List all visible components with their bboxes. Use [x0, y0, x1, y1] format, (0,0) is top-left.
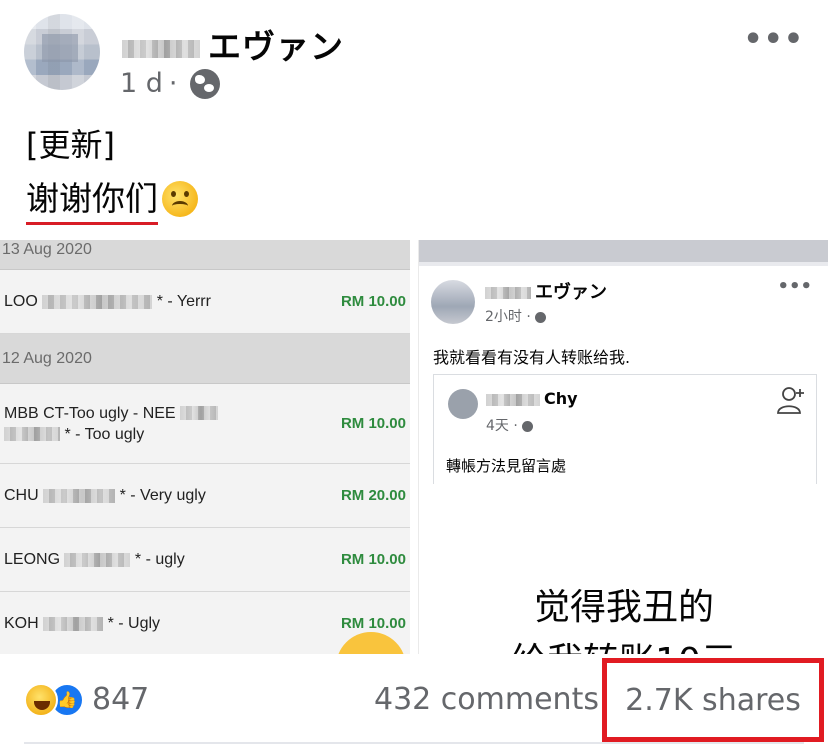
reaction-count: 847	[92, 682, 150, 717]
embedded-big-text-2: 给我转账10元	[419, 632, 828, 654]
date-header: 13 Aug 2020	[0, 240, 410, 270]
post-text-line1: [更新]	[26, 126, 115, 164]
redacted-name	[4, 427, 60, 442]
date-header: 12 Aug 2020	[0, 334, 410, 384]
shared-text: 轉帳方法見留言處	[446, 457, 567, 475]
divider	[24, 742, 804, 744]
post-meta: 1 d ·	[120, 68, 220, 99]
embedded-text: 我就看看有没有人转账给我.	[433, 348, 631, 367]
transaction-row: CHU * - Very ugly RM 20.00	[0, 464, 410, 528]
embedded-big-text-1: 觉得我丑的	[533, 587, 714, 628]
status-bar	[419, 240, 828, 262]
transaction-row: MBB CT-Too ugly - NEE * - Too ugly RM 10…	[0, 384, 410, 464]
shared-avatar	[448, 389, 478, 419]
globe-icon	[189, 68, 220, 99]
post-text-line2: 谢谢你们	[26, 172, 198, 225]
comments-count[interactable]: 432 comments	[374, 682, 599, 717]
transaction-row: LEONG * - ugly RM 10.00	[0, 528, 410, 592]
embedded-time: 2小时 ·	[485, 306, 547, 326]
redacted-name	[180, 406, 219, 421]
reactions-summary[interactable]: 👍 847	[24, 682, 149, 717]
haha-reaction-icon	[24, 682, 58, 717]
post-footer: 👍 847 432 comments 2.7K shares	[0, 654, 828, 746]
redacted-name	[486, 393, 540, 406]
globe-icon	[535, 311, 547, 323]
redacted-name	[43, 616, 104, 631]
author-avatar[interactable]	[24, 14, 100, 90]
meta-separator: ·	[168, 68, 178, 99]
redacted-name	[122, 39, 200, 58]
shared-author: Chy	[486, 389, 578, 408]
author-name[interactable]: エヴァン	[122, 20, 344, 68]
transaction-row: LOO * - Yerrr RM 10.00	[0, 270, 410, 334]
transaction-amount: RM 10.00	[340, 293, 406, 310]
embedded-author: エヴァン	[485, 278, 607, 304]
more-icon: •••	[777, 276, 812, 297]
embedded-post-image[interactable]: エヴァン 2小时 · ••• 我就看看有没有人转账给我. Chy 4天 · 轉帳…	[418, 240, 828, 654]
redacted-name	[42, 294, 153, 309]
transaction-amount: RM 10.00	[340, 415, 406, 432]
shared-post: Chy 4天 · 轉帳方法見留言處	[433, 374, 817, 484]
transaction-amount: RM 20.00	[340, 487, 406, 504]
redacted-name	[64, 552, 131, 567]
post-time[interactable]: 1 d	[120, 68, 163, 99]
redacted-name	[485, 287, 531, 299]
smiley-emoji-icon	[162, 180, 198, 217]
underlined-text: 谢谢你们	[26, 172, 158, 225]
add-friend-icon	[777, 387, 804, 414]
transaction-list-image[interactable]: 13 Aug 2020 LOO * - Yerrr RM 10.00 12 Au…	[0, 240, 410, 654]
globe-icon	[522, 420, 534, 432]
shared-time: 4天 ·	[486, 415, 534, 435]
redacted-name	[43, 488, 116, 503]
shares-count[interactable]: 2.7K shares	[602, 658, 824, 742]
embedded-avatar	[431, 280, 475, 324]
more-icon[interactable]: •••	[743, 22, 804, 57]
transaction-amount: RM 10.00	[340, 551, 406, 568]
transaction-amount: RM 10.00	[340, 615, 406, 632]
